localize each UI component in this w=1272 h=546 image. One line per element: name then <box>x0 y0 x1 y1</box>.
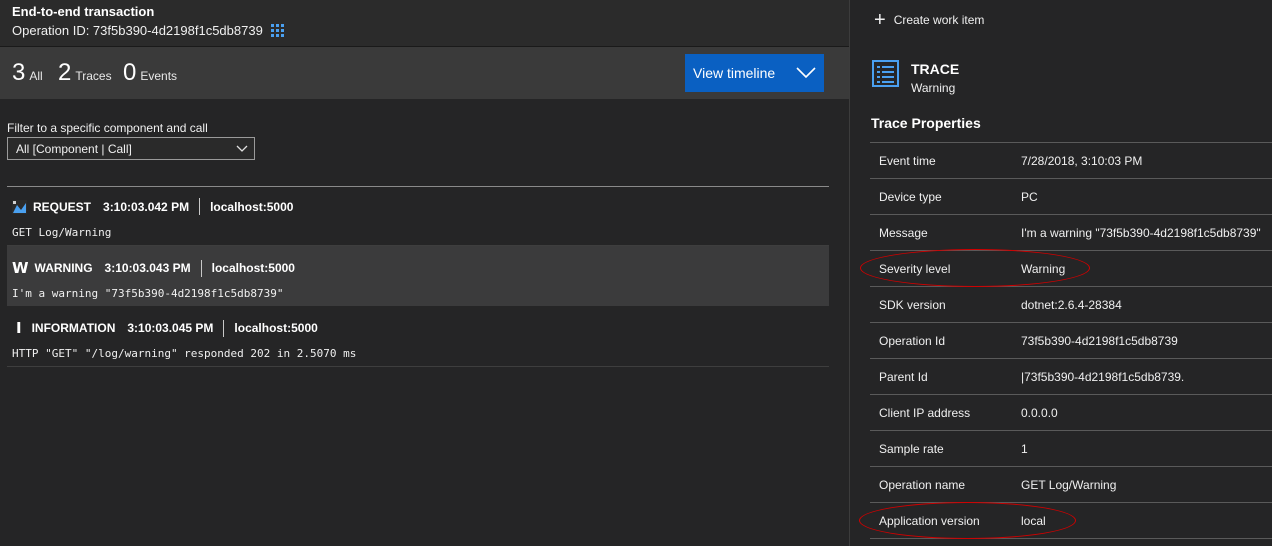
trace-list-icon <box>872 60 899 87</box>
create-work-item-label: Create work item <box>893 13 985 27</box>
property-key: Event time <box>879 153 936 168</box>
operation-id-row: Operation ID: 73f5b390-4d2198f1c5db8739 <box>12 23 837 38</box>
row-message: HTTP "GET" "/log/warning" responded 202 … <box>12 347 357 360</box>
property-key: Severity level <box>879 261 951 276</box>
list-divider <box>7 186 829 187</box>
information-icon: I <box>16 319 22 337</box>
warning-icon: W <box>12 259 29 277</box>
filter-selected-value: All [Component | Call] <box>16 141 132 156</box>
property-value: 1 <box>1021 441 1028 456</box>
row-message: I'm a warning "73f5b390-4d2198f1c5db8739… <box>12 287 284 300</box>
property-value: GET Log/Warning <box>1021 477 1117 492</box>
details-pane: + Create work item TRACE Warning Trace P… <box>849 0 1272 546</box>
component-filter-select[interactable]: All [Component | Call] <box>7 137 255 160</box>
list-item-warning[interactable]: W WARNING 3:10:03.043 PM localhost:5000 … <box>7 246 829 306</box>
row-header: REQUEST 3:10:03.042 PM localhost:5000 <box>12 198 293 215</box>
row-message: GET Log/Warning <box>12 226 112 239</box>
property-key: Operation name <box>879 477 966 492</box>
property-value: |73f5b390-4d2198f1c5db8739. <box>1021 369 1185 384</box>
trace-title: TRACE <box>911 61 960 77</box>
request-icon <box>12 199 27 214</box>
list-item-information[interactable]: I INFORMATION 3:10:03.045 PM localhost:5… <box>7 306 829 366</box>
list-item-request[interactable]: REQUEST 3:10:03.042 PM localhost:5000 GE… <box>7 188 829 246</box>
property-key: Sample rate <box>879 441 944 456</box>
property-key: Application version <box>879 513 980 528</box>
property-key: SDK version <box>879 297 946 312</box>
row-divider <box>7 366 829 367</box>
chevron-down-icon <box>236 145 248 152</box>
view-timeline-label: View timeline <box>693 65 776 81</box>
transaction-pane: End-to-end transaction Operation ID: 73f… <box>0 0 849 546</box>
count-traces-number: 2 <box>58 59 72 86</box>
trace-properties-table: Event time 7/28/2018, 3:10:03 PM Device t… <box>870 142 1272 539</box>
property-row: Device type PC <box>870 179 1272 215</box>
row-type: INFORMATION <box>31 321 116 335</box>
row-host: localhost:5000 <box>210 199 294 214</box>
row-type: REQUEST <box>33 199 92 214</box>
property-row: Operation name GET Log/Warning <box>870 467 1272 503</box>
property-row: Event time 7/28/2018, 3:10:03 PM <box>870 143 1272 179</box>
count-all-number: 3 <box>12 59 26 86</box>
count-events[interactable]: 0 Events <box>123 59 177 87</box>
row-host: localhost:5000 <box>234 321 318 335</box>
row-time: 3:10:03.045 PM <box>127 321 214 335</box>
row-time: 3:10:03.042 PM <box>103 199 190 214</box>
plus-icon: + <box>874 9 886 31</box>
count-all[interactable]: 3 All <box>12 59 43 87</box>
property-row: Application version local <box>870 503 1272 539</box>
property-value: 73f5b390-4d2198f1c5db8739 <box>1021 333 1178 348</box>
row-separator <box>200 259 202 277</box>
filter-label: Filter to a specific component and call <box>7 121 208 135</box>
property-row: Operation Id 73f5b390-4d2198f1c5db8739 <box>870 323 1272 359</box>
row-header: W WARNING 3:10:03.043 PM localhost:5000 <box>12 259 295 277</box>
count-events-number: 0 <box>123 59 137 86</box>
count-all-label: All <box>29 69 43 83</box>
property-value: Warning <box>1021 261 1066 276</box>
count-traces[interactable]: 2 Traces <box>58 59 112 87</box>
property-value: local <box>1021 513 1046 528</box>
property-key: Operation Id <box>879 333 946 348</box>
property-value: 0.0.0.0 <box>1021 405 1058 420</box>
chevron-down-icon <box>796 67 816 79</box>
property-key: Device type <box>879 189 942 204</box>
transaction-header: End-to-end transaction Operation ID: 73f… <box>0 0 849 47</box>
property-row: Sample rate 1 <box>870 431 1272 467</box>
property-row: SDK version dotnet:2.6.4-28384 <box>870 287 1272 323</box>
count-events-label: Events <box>140 69 178 83</box>
trace-subtitle: Warning <box>911 81 956 95</box>
row-separator <box>199 198 201 215</box>
property-value: dotnet:2.6.4-28384 <box>1021 297 1122 312</box>
row-host: localhost:5000 <box>211 261 295 275</box>
row-header: I INFORMATION 3:10:03.045 PM localhost:5… <box>12 319 318 337</box>
property-row: Message I'm a warning "73f5b390-4d2198f1c… <box>870 215 1272 251</box>
property-key: Client IP address <box>879 405 971 420</box>
trace-properties-heading: Trace Properties <box>871 115 981 131</box>
property-key: Parent Id <box>879 369 928 384</box>
property-value: I'm a warning "73f5b390-4d2198f1c5db8739… <box>1021 225 1261 240</box>
view-timeline-button[interactable]: View timeline <box>685 54 824 92</box>
create-work-item-button[interactable]: + Create work item <box>874 9 985 31</box>
property-row: Parent Id |73f5b390-4d2198f1c5db8739. <box>870 359 1272 395</box>
grid-icon[interactable] <box>270 24 284 37</box>
property-value: PC <box>1021 189 1038 204</box>
row-type: WARNING <box>34 261 93 275</box>
count-traces-label: Traces <box>75 69 112 83</box>
row-separator <box>223 319 225 337</box>
property-value: 7/28/2018, 3:10:03 PM <box>1021 153 1143 168</box>
property-row: Severity level Warning <box>870 251 1272 287</box>
property-key: Message <box>879 225 928 240</box>
row-time: 3:10:03.043 PM <box>104 261 191 275</box>
operation-id: Operation ID: 73f5b390-4d2198f1c5db8739 <box>12 23 263 38</box>
page-title: End-to-end transaction <box>12 4 155 19</box>
property-row: Client IP address 0.0.0.0 <box>870 395 1272 431</box>
